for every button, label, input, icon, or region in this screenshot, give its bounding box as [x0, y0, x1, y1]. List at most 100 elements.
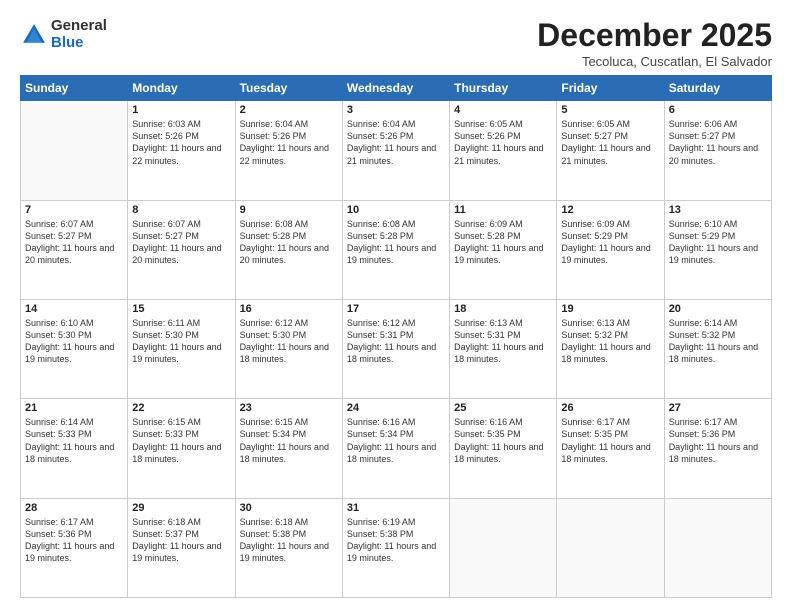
page: General Blue December 2025 Tecoluca, Cus…: [0, 0, 792, 612]
calendar-cell: 2Sunrise: 6:04 AMSunset: 5:26 PMDaylight…: [235, 101, 342, 200]
day-number: 10: [347, 204, 445, 216]
day-info: Sunrise: 6:08 AMSunset: 5:28 PMDaylight:…: [240, 218, 338, 267]
day-info: Sunrise: 6:12 AMSunset: 5:31 PMDaylight:…: [347, 317, 445, 366]
day-info: Sunrise: 6:17 AMSunset: 5:35 PMDaylight:…: [561, 416, 659, 465]
day-number: 23: [240, 402, 338, 414]
day-info: Sunrise: 6:08 AMSunset: 5:28 PMDaylight:…: [347, 218, 445, 267]
calendar-cell: [450, 498, 557, 597]
weekday-header-saturday: Saturday: [664, 76, 771, 101]
day-info: Sunrise: 6:15 AMSunset: 5:33 PMDaylight:…: [132, 416, 230, 465]
weekday-header-wednesday: Wednesday: [342, 76, 449, 101]
calendar-week-row: 14 Sunrise: 6:10 AMSunset: 5:30 PMDayligh…: [21, 299, 772, 398]
calendar-cell: 4 Sunrise: 6:05 AMSunset: 5:26 PMDaylight…: [450, 101, 557, 200]
day-number: 28: [25, 502, 123, 514]
calendar-cell: 6 Sunrise: 6:06 AMSunset: 5:27 PMDaylight…: [664, 101, 771, 200]
calendar-week-row: 7 Sunrise: 6:07 AMSunset: 5:27 PMDaylight…: [21, 200, 772, 299]
calendar-cell: [557, 498, 664, 597]
day-info: Sunrise: 6:07 AMSunset: 5:27 PMDaylight:…: [132, 218, 230, 267]
day-number: 14: [25, 303, 123, 315]
day-info: Sunrise: 6:16 AMSunset: 5:35 PMDaylight:…: [454, 416, 552, 465]
calendar-header-row: SundayMondayTuesdayWednesdayThursdayFrid…: [21, 76, 772, 101]
day-number: 9: [240, 204, 338, 216]
day-info: Sunrise: 6:05 AMSunset: 5:26 PMDaylight:…: [454, 118, 552, 167]
day-number: 22: [132, 402, 230, 414]
day-info: Sunrise: 6:05 AMSunset: 5:27 PMDaylight:…: [561, 118, 659, 167]
calendar-cell: 28 Sunrise: 6:17 AMSunset: 5:36 PMDayligh…: [21, 498, 128, 597]
day-number: 19: [561, 303, 659, 315]
calendar-cell: 20 Sunrise: 6:14 AMSunset: 5:32 PMDayligh…: [664, 299, 771, 398]
day-number: 15: [132, 303, 230, 315]
day-info: Sunrise: 6:10 AMSunset: 5:30 PMDaylight:…: [25, 317, 123, 366]
calendar-table: SundayMondayTuesdayWednesdayThursdayFrid…: [20, 75, 772, 598]
day-info: Sunrise: 6:04 AMSunset: 5:26 PMDaylight:…: [347, 118, 445, 167]
logo-general: General: [51, 18, 107, 35]
day-info: Sunrise: 6:12 AMSunset: 5:30 PMDaylight:…: [240, 317, 338, 366]
weekday-header-friday: Friday: [557, 76, 664, 101]
calendar-cell: 1 Sunrise: 6:03 AMSunset: 5:26 PMDaylight…: [128, 101, 235, 200]
calendar-cell: [664, 498, 771, 597]
day-info: Sunrise: 6:11 AMSunset: 5:30 PMDaylight:…: [132, 317, 230, 366]
day-info: Sunrise: 6:14 AMSunset: 5:33 PMDaylight:…: [25, 416, 123, 465]
day-number: 1: [132, 104, 230, 116]
weekday-header-monday: Monday: [128, 76, 235, 101]
month-title: December 2025: [537, 18, 772, 53]
calendar-cell: 18 Sunrise: 6:13 AMSunset: 5:31 PMDayligh…: [450, 299, 557, 398]
calendar-cell: 12Sunrise: 6:09 AMSunset: 5:29 PMDayligh…: [557, 200, 664, 299]
day-number: 16: [240, 303, 338, 315]
calendar-cell: 16 Sunrise: 6:12 AMSunset: 5:30 PMDayligh…: [235, 299, 342, 398]
day-info: Sunrise: 6:18 AMSunset: 5:38 PMDaylight:…: [240, 516, 338, 565]
calendar-cell: 9 Sunrise: 6:08 AMSunset: 5:28 PMDaylight…: [235, 200, 342, 299]
day-number: 18: [454, 303, 552, 315]
day-number: 11: [454, 204, 552, 216]
calendar-week-row: 21 Sunrise: 6:14 AMSunset: 5:33 PMDayligh…: [21, 399, 772, 498]
calendar-cell: 31Sunrise: 6:19 AMSunset: 5:38 PMDayligh…: [342, 498, 449, 597]
day-number: 21: [25, 402, 123, 414]
day-number: 7: [25, 204, 123, 216]
weekday-header-tuesday: Tuesday: [235, 76, 342, 101]
day-number: 27: [669, 402, 767, 414]
day-number: 13: [669, 204, 767, 216]
weekday-header-thursday: Thursday: [450, 76, 557, 101]
day-info: Sunrise: 6:17 AMSunset: 5:36 PMDaylight:…: [25, 516, 123, 565]
title-block: December 2025 Tecoluca, Cuscatlan, El Sa…: [537, 18, 772, 69]
day-number: 24: [347, 402, 445, 414]
day-info: Sunrise: 6:13 AMSunset: 5:31 PMDaylight:…: [454, 317, 552, 366]
day-number: 5: [561, 104, 659, 116]
logo-blue: Blue: [51, 35, 107, 52]
calendar-cell: 5 Sunrise: 6:05 AMSunset: 5:27 PMDaylight…: [557, 101, 664, 200]
calendar-cell: 23Sunrise: 6:15 AMSunset: 5:34 PMDayligh…: [235, 399, 342, 498]
day-info: Sunrise: 6:10 AMSunset: 5:29 PMDaylight:…: [669, 218, 767, 267]
calendar-cell: 22 Sunrise: 6:15 AMSunset: 5:33 PMDayligh…: [128, 399, 235, 498]
day-info: Sunrise: 6:14 AMSunset: 5:32 PMDaylight:…: [669, 317, 767, 366]
calendar-week-row: 1 Sunrise: 6:03 AMSunset: 5:26 PMDaylight…: [21, 101, 772, 200]
header: General Blue December 2025 Tecoluca, Cus…: [20, 18, 772, 69]
calendar-cell: 30Sunrise: 6:18 AMSunset: 5:38 PMDayligh…: [235, 498, 342, 597]
day-number: 20: [669, 303, 767, 315]
calendar-cell: 11Sunrise: 6:09 AMSunset: 5:28 PMDayligh…: [450, 200, 557, 299]
day-number: 31: [347, 502, 445, 514]
calendar-cell: 7 Sunrise: 6:07 AMSunset: 5:27 PMDaylight…: [21, 200, 128, 299]
day-info: Sunrise: 6:16 AMSunset: 5:34 PMDaylight:…: [347, 416, 445, 465]
logo: General Blue: [20, 18, 107, 51]
day-info: Sunrise: 6:06 AMSunset: 5:27 PMDaylight:…: [669, 118, 767, 167]
day-info: Sunrise: 6:04 AMSunset: 5:26 PMDaylight:…: [240, 118, 338, 167]
day-number: 4: [454, 104, 552, 116]
calendar-week-row: 28 Sunrise: 6:17 AMSunset: 5:36 PMDayligh…: [21, 498, 772, 597]
calendar-cell: 25Sunrise: 6:16 AMSunset: 5:35 PMDayligh…: [450, 399, 557, 498]
day-number: 3: [347, 104, 445, 116]
day-number: 17: [347, 303, 445, 315]
day-info: Sunrise: 6:07 AMSunset: 5:27 PMDaylight:…: [25, 218, 123, 267]
day-number: 26: [561, 402, 659, 414]
calendar-cell: 24 Sunrise: 6:16 AMSunset: 5:34 PMDayligh…: [342, 399, 449, 498]
weekday-header-sunday: Sunday: [21, 76, 128, 101]
calendar-cell: 19Sunrise: 6:13 AMSunset: 5:32 PMDayligh…: [557, 299, 664, 398]
calendar-cell: 13 Sunrise: 6:10 AMSunset: 5:29 PMDayligh…: [664, 200, 771, 299]
calendar-cell: 15 Sunrise: 6:11 AMSunset: 5:30 PMDayligh…: [128, 299, 235, 398]
day-number: 8: [132, 204, 230, 216]
calendar-cell: [21, 101, 128, 200]
calendar-cell: 8 Sunrise: 6:07 AMSunset: 5:27 PMDaylight…: [128, 200, 235, 299]
day-number: 6: [669, 104, 767, 116]
calendar-cell: 17 Sunrise: 6:12 AMSunset: 5:31 PMDayligh…: [342, 299, 449, 398]
day-info: Sunrise: 6:03 AMSunset: 5:26 PMDaylight:…: [132, 118, 230, 167]
location-subtitle: Tecoluca, Cuscatlan, El Salvador: [537, 54, 772, 69]
